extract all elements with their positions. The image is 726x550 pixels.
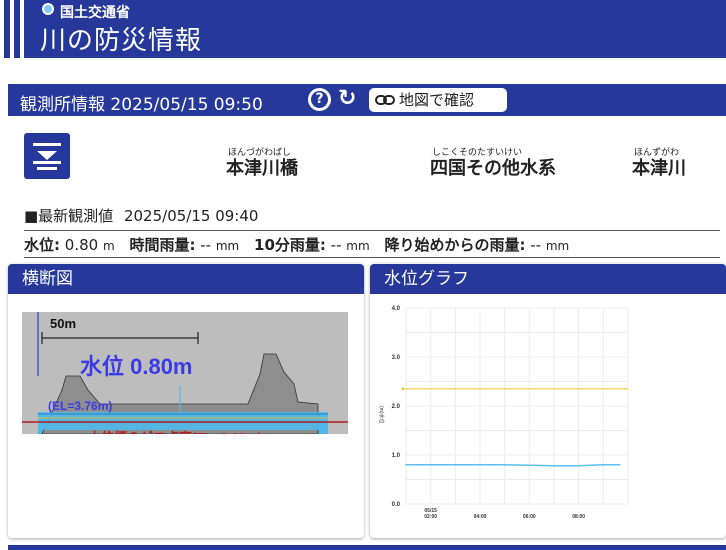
water-level-station-icon (24, 133, 70, 179)
header-stripe (10, 0, 14, 58)
water-level-chart[interactable]: 0.01.02.03.04.0(m)水位05/1502:00 04:00 06:00… (370, 294, 726, 538)
y-tick-label: 2.0 (392, 404, 401, 410)
station-info-title: 観測所情報 2025/05/15 09:50 (20, 95, 263, 115)
x-tick-label: 02:00 (424, 514, 437, 520)
cross-section-title: 横断図 (8, 264, 364, 294)
y-tick-label: 4.0 (392, 306, 401, 312)
diagram-mask (8, 434, 364, 538)
y-axis-label: (m)水位 (378, 406, 385, 424)
latest-observation-time: 2025/05/15 09:40 (123, 207, 259, 225)
site-header: 国土交通省 川の防災情報 (0, 0, 726, 58)
header-stripe (20, 0, 24, 58)
reload-icon[interactable]: ↻ (338, 86, 356, 111)
latest-observation-label: ■最新観測値 (24, 207, 114, 225)
scale-label: 50m (50, 316, 76, 331)
data-point (618, 464, 621, 466)
reference-marker (402, 386, 405, 391)
data-point (405, 464, 407, 466)
data-point (553, 464, 555, 467)
rain10-value: -- (330, 236, 342, 254)
data-point (602, 464, 605, 466)
data-point (454, 464, 457, 466)
y-tick-label: 3.0 (392, 355, 401, 361)
water-system-name: 四国その他水系 (430, 158, 556, 179)
ministry-name[interactable]: 国土交通省 (60, 2, 130, 22)
data-point (577, 464, 580, 467)
water-level-label: 水位: (24, 236, 60, 254)
view-on-map-label: 地図で確認 (399, 91, 475, 109)
hourly-rain-unit: mm (215, 239, 240, 253)
y-tick-label: 0.0 (392, 502, 401, 508)
cross-section-panel: 横断図 50m 水位 0.80m (EL=3.76m) 水位標のゼロ点高(EL=… (8, 264, 364, 538)
hourly-rain-label: 時間雨量: (129, 236, 196, 254)
y-tick-label: 1.0 (392, 453, 401, 459)
next-section-bar (8, 545, 726, 550)
river-name: 本津川 (632, 158, 686, 179)
site-title[interactable]: 川の防災情報 (40, 20, 202, 57)
data-point (429, 464, 432, 466)
cumulative-rain-unit: mm (545, 239, 570, 253)
x-tick-label: 06:00 (523, 514, 536, 520)
water-level-unit: m (102, 239, 115, 253)
water-level-graph-panel: 水位グラフ 0.0 1.0 2.0 3.0 4.0 (m)水位 05/15 02:00 04:0… (370, 264, 726, 538)
water-level-graph-title: 水位グラフ (370, 264, 726, 294)
water-surface (38, 412, 328, 430)
water-level-annotation: 水位 0.80m (80, 354, 193, 379)
hourly-rain-value: -- (200, 236, 212, 254)
rain10-unit: mm (346, 239, 370, 253)
elevation-annotation: (EL=3.76m) (48, 399, 112, 413)
link-icon (375, 95, 395, 105)
latest-observation: ■最新観測値 2025/05/15 09:40 (24, 205, 258, 226)
cumulative-rain-label: 降り始めからの雨量: (384, 236, 526, 254)
cross-section-diagram: 50m 水位 0.80m (EL=3.76m) 水位標のゼロ点高(EL=2.96… (8, 312, 364, 538)
question-circle-icon[interactable]: ? (308, 88, 331, 111)
ministry-logo-icon (42, 3, 54, 15)
station-name: 本津川橋 (226, 158, 298, 179)
data-point (503, 464, 506, 466)
measurement-row: 水位: 0.80 m 時間雨量: -- mm 10分雨量: -- mm 降り始め… (24, 230, 720, 258)
x-tick-label: 04:00 (474, 514, 487, 520)
data-point (479, 464, 481, 466)
water-level-value: 0.80 (64, 236, 99, 254)
rain10-label: 10分雨量: (254, 236, 326, 254)
cumulative-rain-value: -- (530, 236, 542, 254)
view-on-map-button[interactable]: 地図で確認 (369, 88, 507, 112)
x-tick-label: 08:00 (572, 514, 585, 520)
data-point (528, 464, 531, 467)
station-info-bar: 観測所情報 2025/05/15 09:50 ? ↻ 地図で確認 (8, 84, 726, 116)
header-stripe (0, 0, 4, 58)
